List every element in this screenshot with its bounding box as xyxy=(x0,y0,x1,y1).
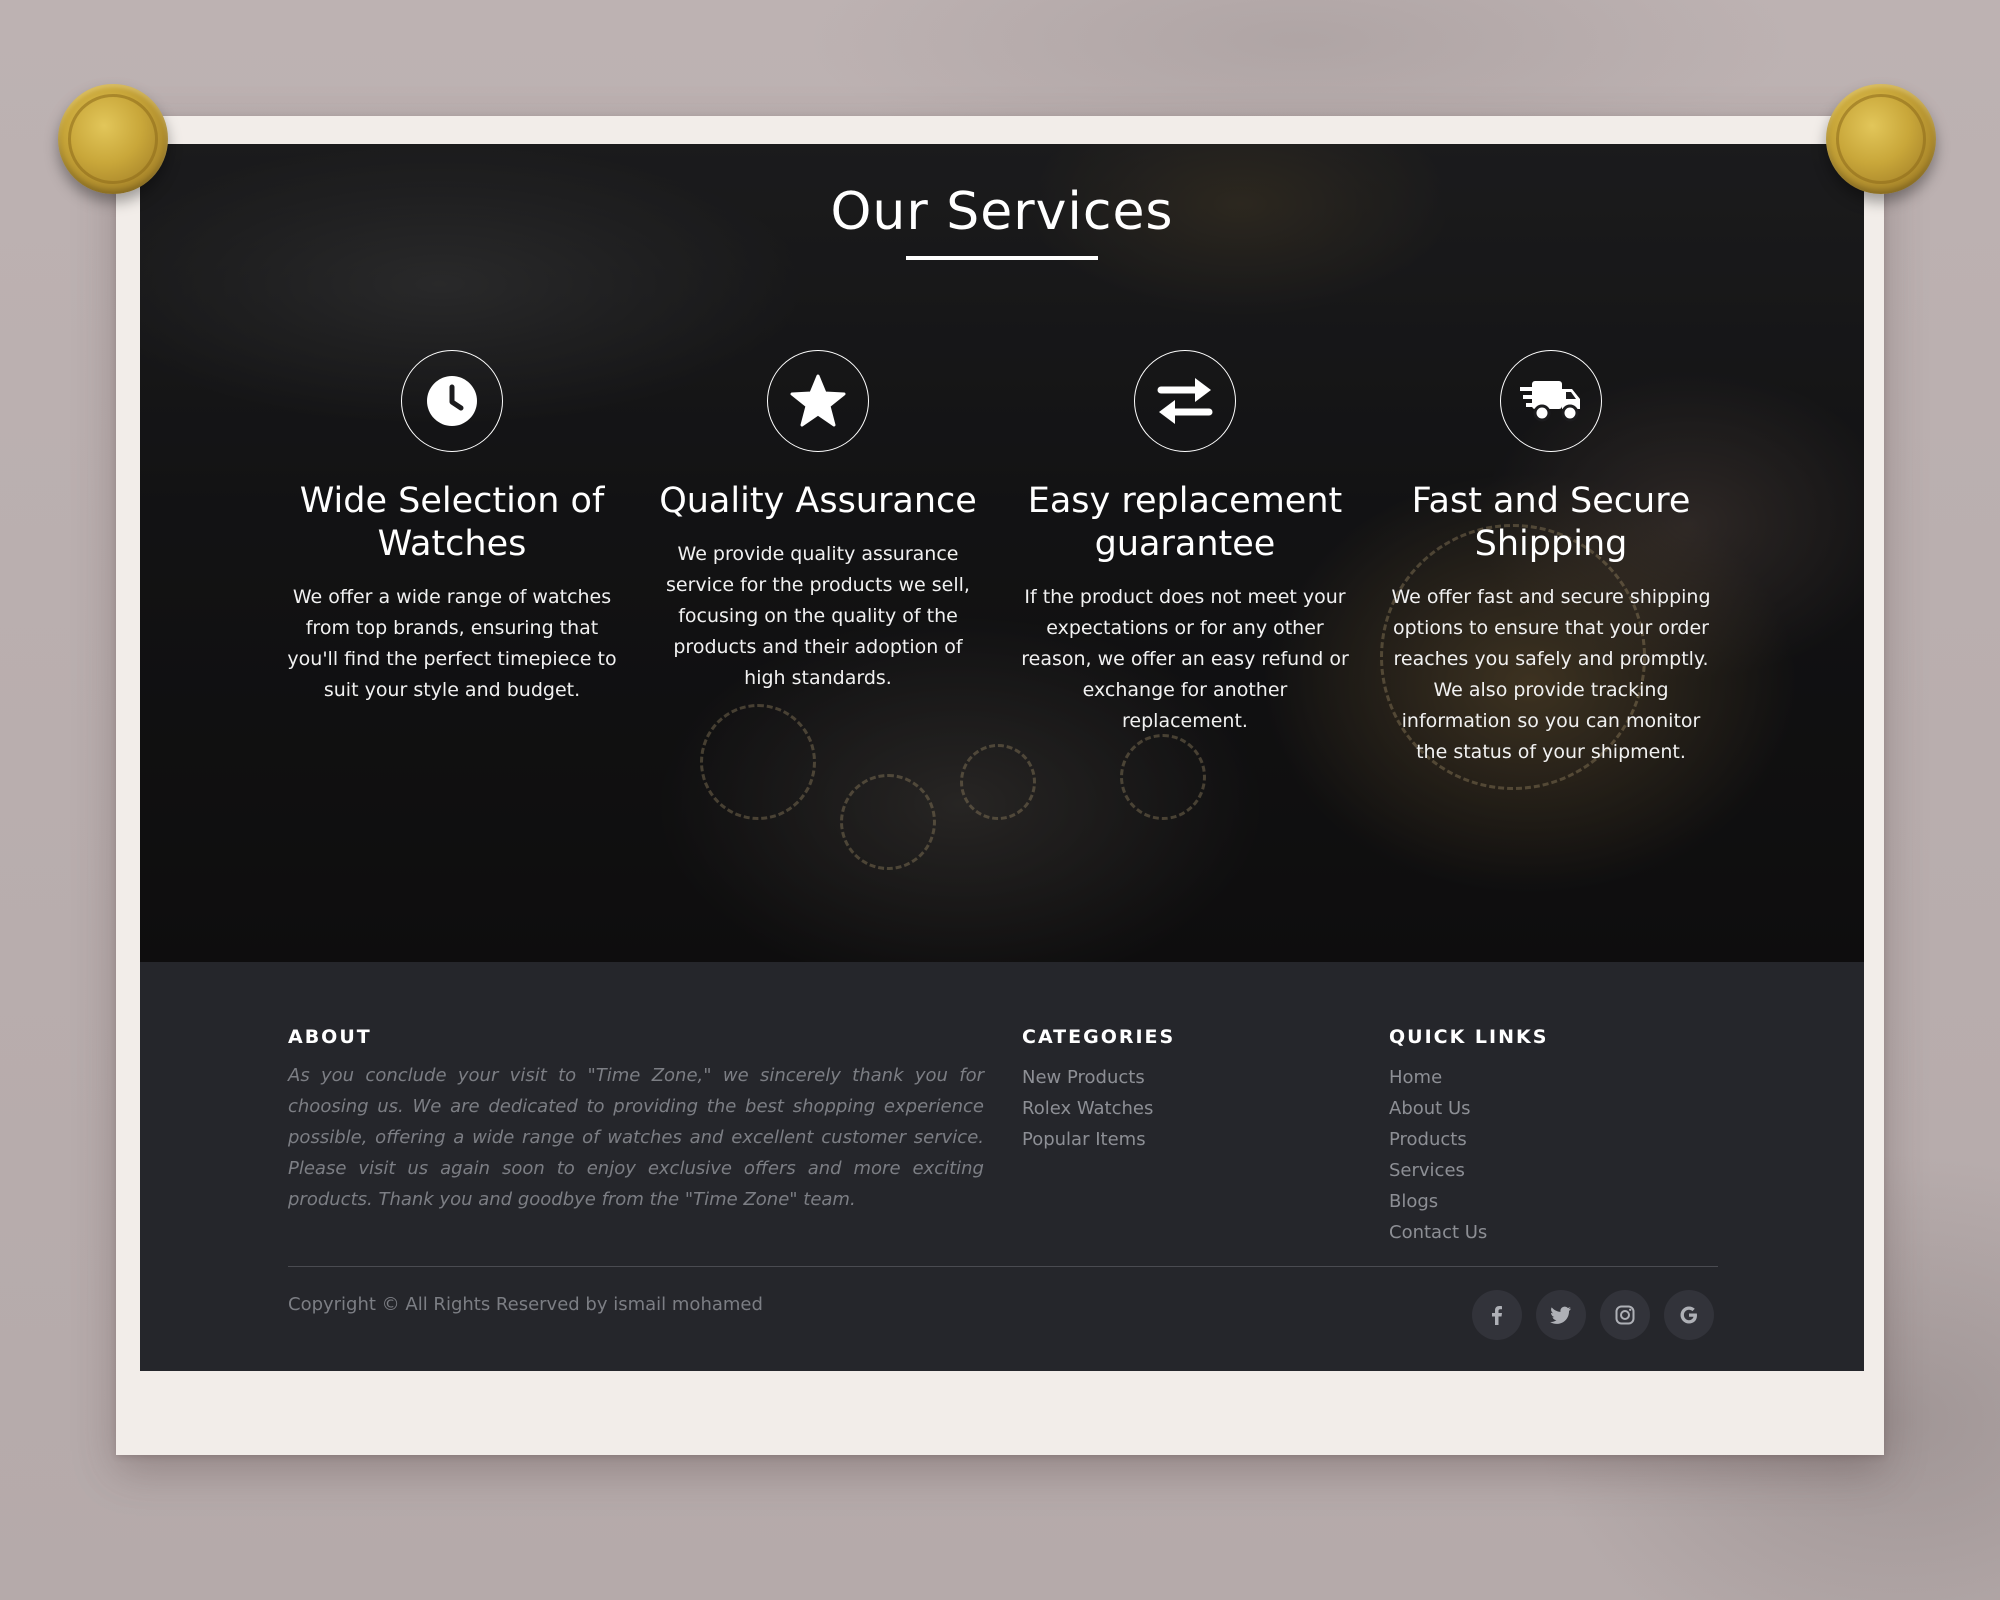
copyright-text: Copyright © All Rights Reserved by ismai… xyxy=(288,1294,763,1315)
categories-list: New Products Rolex Watches Popular Items xyxy=(1022,1062,1175,1155)
gold-pin-left xyxy=(58,84,168,194)
shipping-truck-icon xyxy=(1500,350,1602,452)
quick-links-heading: QUICK LINKS xyxy=(1389,1026,1549,1048)
service-card-selection: Wide Selection of Watches We offer a wid… xyxy=(287,350,617,706)
quick-link-contact-us[interactable]: Contact Us xyxy=(1389,1217,1548,1248)
exchange-arrows-icon xyxy=(1134,350,1236,452)
footer-quick-links: QUICK LINKS Home About Us Products Servi… xyxy=(1389,1026,1548,1248)
about-text: As you conclude your visit to "Time Zone… xyxy=(288,1065,984,1210)
service-description: If the product does not meet your expect… xyxy=(1021,586,1349,732)
categories-heading: CATEGORIES xyxy=(1022,1026,1176,1048)
service-description: We offer fast and secure shipping option… xyxy=(1391,586,1711,763)
quick-links-list: Home About Us Products Services Blogs Co… xyxy=(1389,1062,1548,1248)
category-link-new-products[interactable]: New Products xyxy=(1022,1062,1175,1093)
gold-pin-right xyxy=(1826,84,1936,194)
category-link-popular-items[interactable]: Popular Items xyxy=(1022,1124,1175,1155)
quick-link-blogs[interactable]: Blogs xyxy=(1389,1186,1548,1217)
service-heading: Fast and Secure Shipping xyxy=(1411,481,1691,564)
website-screenshot: Our Services Wide Selection of Watches W… xyxy=(140,144,1864,1371)
service-card-quality: Quality Assurance We provide quality ass… xyxy=(653,350,983,694)
services-section: Our Services Wide Selection of Watches W… xyxy=(140,144,1864,962)
star-icon xyxy=(767,350,869,452)
service-description: We offer a wide range of watches from to… xyxy=(287,586,617,701)
quick-link-about-us[interactable]: About Us xyxy=(1389,1093,1548,1124)
site-footer: ABOUT As you conclude your visit to "Tim… xyxy=(140,962,1864,1371)
facebook-icon[interactable] xyxy=(1472,1290,1522,1340)
services-title: Our Services xyxy=(830,182,1174,242)
footer-divider xyxy=(288,1266,1718,1267)
instagram-icon[interactable] xyxy=(1600,1290,1650,1340)
about-heading: ABOUT xyxy=(288,1026,372,1048)
title-underline xyxy=(906,256,1098,260)
service-heading: Quality Assurance xyxy=(659,481,977,521)
quick-link-home[interactable]: Home xyxy=(1389,1062,1548,1093)
quick-link-services[interactable]: Services xyxy=(1389,1155,1548,1186)
google-icon[interactable] xyxy=(1664,1290,1714,1340)
quick-link-products[interactable]: Products xyxy=(1389,1124,1548,1155)
footer-categories: CATEGORIES New Products Rolex Watches Po… xyxy=(1022,1026,1175,1155)
footer-about: ABOUT As you conclude your visit to "Tim… xyxy=(288,1026,984,1215)
service-card-replacement: Easy replacement guarantee If the produc… xyxy=(1020,350,1350,737)
category-link-rolex-watches[interactable]: Rolex Watches xyxy=(1022,1093,1175,1124)
service-description: We provide quality assurance service for… xyxy=(666,543,970,689)
twitter-icon[interactable] xyxy=(1536,1290,1586,1340)
service-heading: Easy replacement guarantee xyxy=(1027,481,1343,564)
clock-icon xyxy=(401,350,503,452)
service-heading: Wide Selection of Watches xyxy=(299,481,605,564)
service-card-shipping: Fast and Secure Shipping We offer fast a… xyxy=(1386,350,1716,768)
services-content: Our Services Wide Selection of Watches W… xyxy=(140,144,1864,962)
